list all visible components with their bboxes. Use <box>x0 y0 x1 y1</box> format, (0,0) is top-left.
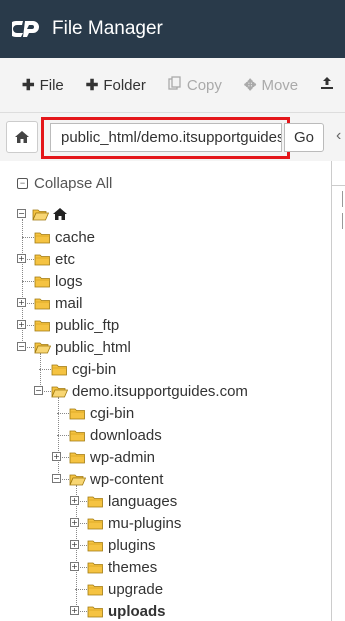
tree-toggle-expand[interactable]: + <box>70 540 79 549</box>
tree-toggle-expand[interactable]: + <box>17 320 26 329</box>
tree-folder-item[interactable]: cgi-bin <box>69 402 134 424</box>
folder-tree: − cache + etc logs + mail + public_ftp − public_ht… <box>0 0 330 621</box>
tree-folder-label: cgi-bin <box>90 404 135 422</box>
tree-folder-label: mu-plugins <box>108 514 182 532</box>
folder-icon <box>69 451 86 464</box>
folder-icon <box>34 319 51 332</box>
folder-open-icon <box>69 473 87 486</box>
tree-root-home[interactable] <box>32 203 68 225</box>
tree-folder-label: themes <box>108 558 158 576</box>
arrow-left-icon[interactable]: ‹ <box>336 127 341 145</box>
folder-icon <box>87 583 104 596</box>
folder-icon <box>87 605 104 618</box>
folder-icon <box>69 429 86 442</box>
tree-toggle-expand[interactable]: + <box>70 606 79 615</box>
tree-folder-label: downloads <box>90 426 162 444</box>
tree-folder-label: cgi-bin <box>72 360 117 378</box>
tree-folder-label: public_ftp <box>55 316 120 334</box>
tree-folder-item[interactable]: etc <box>34 248 75 270</box>
tree-folder-item[interactable]: wp-content <box>69 468 163 490</box>
tree-folder-label: public_html <box>55 338 131 356</box>
tree-folder-item[interactable]: logs <box>34 270 83 292</box>
folder-open-icon <box>34 341 52 354</box>
tree-folder-label: logs <box>55 272 83 290</box>
folder-icon <box>34 253 51 266</box>
folder-icon <box>87 495 104 508</box>
file-list-panel <box>331 161 345 621</box>
tree-folder-item[interactable]: languages <box>87 490 177 512</box>
folder-icon <box>34 275 51 288</box>
tree-folder-item[interactable]: demo.itsupportguides.com <box>51 380 248 402</box>
root-collapse-toggle[interactable]: − <box>17 209 26 218</box>
tree-folder-label: uploads <box>108 602 166 620</box>
tree-folder-label: mail <box>55 294 83 312</box>
tree-folder-item[interactable]: wp-admin <box>69 446 155 468</box>
home-icon <box>53 208 67 220</box>
tree-folder-item[interactable]: public_html <box>34 336 131 358</box>
tree-folder-item[interactable]: mu-plugins <box>87 512 181 534</box>
tree-folder-label: demo.itsupportguides.com <box>72 382 248 400</box>
tree-toggle-expand[interactable]: + <box>17 254 26 263</box>
tree-folder-item[interactable]: public_ftp <box>34 314 119 336</box>
tree-toggle-collapse[interactable]: − <box>52 474 61 483</box>
tree-folder-item[interactable]: cgi-bin <box>51 358 116 380</box>
folder-open-icon <box>32 208 50 221</box>
tree-folder-label: etc <box>55 250 76 268</box>
folder-icon <box>51 363 68 376</box>
tree-toggle-expand[interactable]: + <box>70 496 79 505</box>
folder-icon <box>87 561 104 574</box>
tree-toggle-collapse[interactable]: − <box>34 386 43 395</box>
tree-folder-label: upgrade <box>108 580 164 598</box>
tree-folder-item[interactable]: themes <box>87 556 157 578</box>
folder-icon <box>87 517 104 530</box>
tree-toggle-expand[interactable]: + <box>52 452 61 461</box>
tree-folder-item[interactable]: downloads <box>69 424 162 446</box>
folder-icon <box>34 297 51 310</box>
tree-folder-item[interactable]: mail <box>34 292 83 314</box>
folder-icon <box>69 407 86 420</box>
tree-folder-label: cache <box>55 228 96 246</box>
tree-folder-label: languages <box>108 492 178 510</box>
folder-open-icon <box>51 385 69 398</box>
tree-toggle-expand[interactable]: + <box>70 562 79 571</box>
tree-folder-item[interactable]: uploads <box>87 600 166 621</box>
tree-toggle-collapse[interactable]: − <box>17 342 26 351</box>
tree-folder-item[interactable]: upgrade <box>87 578 163 600</box>
tree-toggle-expand[interactable]: + <box>70 518 79 527</box>
folder-icon <box>87 539 104 552</box>
tree-folder-label: wp-admin <box>90 448 156 466</box>
tree-folder-label: plugins <box>108 536 156 554</box>
tree-folder-item[interactable]: plugins <box>87 534 156 556</box>
tree-toggle-expand[interactable]: + <box>17 298 26 307</box>
tree-folder-label: wp-content <box>90 470 164 488</box>
folder-icon <box>34 231 51 244</box>
tree-folder-item[interactable]: cache <box>34 226 95 248</box>
